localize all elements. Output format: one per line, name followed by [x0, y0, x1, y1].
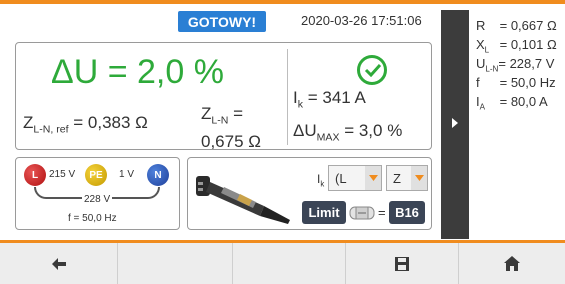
side-panel-toggle[interactable]: [441, 10, 469, 239]
nav-slot-3[interactable]: [233, 243, 345, 284]
nav-slot-2[interactable]: [118, 243, 232, 284]
limit-button[interactable]: Limit: [302, 201, 346, 224]
fuse-icon: [349, 206, 375, 220]
save-button[interactable]: [346, 243, 458, 284]
back-button[interactable]: [0, 243, 117, 284]
terminal-l: L: [24, 164, 46, 186]
back-arrow-icon: [51, 257, 66, 270]
frequency: f = 50,0 Hz: [68, 213, 117, 224]
top-accent-bar: [0, 0, 565, 4]
z-mode-select[interactable]: Z: [386, 165, 428, 191]
ik-mode-select[interactable]: (L: [328, 165, 382, 191]
voltage-pe-n: 1 V: [119, 169, 135, 180]
wiring-panel: L 215 V PE 1 V N 228 V f = 50,0 Hz: [15, 157, 180, 230]
umax-value: ΔUMAX = 3,0 %: [293, 121, 403, 144]
main-result-panel: ΔU = 2,0 % ZL-N, ref = 0,383 Ω ZL-N = 0,…: [15, 42, 432, 150]
ik-select-label: Ik: [317, 172, 325, 189]
fuse-value-button[interactable]: B16: [389, 201, 425, 224]
ik-mode-value: (L: [335, 170, 347, 186]
side-result-ia: IA = 80,0 A: [476, 94, 548, 112]
terminal-n: N: [147, 164, 169, 186]
zln-value: ZL-N = 0,675 Ω: [201, 104, 261, 149]
side-result-f: f = 50,0 Hz: [476, 75, 556, 90]
dropdown-arrow-icon: [365, 166, 381, 190]
side-result-xl: XL = 0,101 Ω: [476, 37, 557, 55]
voltage-drop-result: ΔU = 2,0 %: [51, 53, 224, 91]
side-results-panel: R = 0,667 Ω XL = 0,101 Ω UL-N= 228,7 V f…: [469, 10, 565, 239]
dropdown-arrow-icon: [411, 166, 427, 190]
zref-value: ZL-N, ref = 0,383 Ω: [23, 113, 148, 136]
voltage-l-pe: 215 V: [49, 169, 76, 180]
fuse-equals: =: [378, 205, 386, 220]
voltage-l-n: 228 V: [82, 194, 113, 205]
save-icon: [395, 256, 409, 271]
panel-divider: [287, 49, 288, 145]
home-icon: [504, 256, 520, 271]
probe-adapter-icon: [196, 176, 290, 224]
z-mode-value: Z: [393, 170, 401, 186]
chevron-right-icon: [452, 118, 458, 128]
ik-value: Ik = 341 A: [293, 88, 366, 111]
side-result-uln: UL-N= 228,7 V: [476, 56, 555, 74]
home-button[interactable]: [459, 243, 565, 284]
probe-panel: Ik (L Z Limit = B16: [187, 157, 432, 230]
bottom-nav-bar: [0, 240, 565, 284]
datetime: 2020-03-26 17:51:06: [301, 13, 422, 28]
side-result-r: R = 0,667 Ω: [476, 18, 557, 33]
status-badge: GOTOWY!: [178, 11, 266, 32]
check-circle-icon: [357, 55, 387, 85]
terminal-pe: PE: [85, 164, 107, 186]
